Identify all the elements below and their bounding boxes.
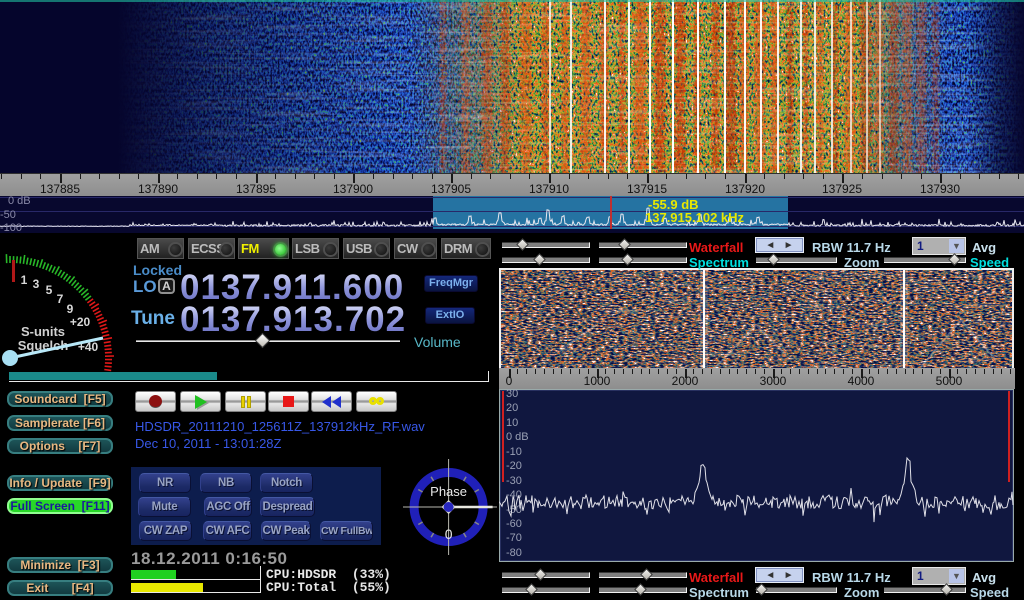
svg-text:+20: +20 (70, 315, 91, 329)
svg-text:0: 0 (506, 374, 513, 388)
svg-text:137910: 137910 (529, 182, 569, 196)
svg-text:Phase: Phase (430, 484, 467, 499)
svg-text:0 dB: 0 dB (506, 431, 529, 443)
svg-text:3000: 3000 (760, 374, 787, 388)
svg-text:-100: -100 (0, 222, 22, 233)
svg-text:5: 5 (46, 283, 53, 297)
svg-text:7: 7 (57, 292, 64, 306)
svg-text:0: 0 (445, 526, 453, 542)
svg-text:30: 30 (506, 389, 518, 400)
svg-text:137925: 137925 (822, 182, 862, 196)
svg-text:137.915.102 kHz: 137.915.102 kHz (645, 210, 745, 225)
svg-text:S-units: S-units (21, 324, 65, 339)
svg-text:137920: 137920 (725, 182, 765, 196)
svg-text:-50: -50 (0, 209, 16, 221)
svg-text:10: 10 (506, 417, 518, 429)
svg-text:-30: -30 (506, 475, 522, 487)
svg-text:137915: 137915 (627, 182, 667, 196)
svg-text:-70: -70 (506, 532, 522, 544)
svg-text:137900: 137900 (333, 182, 373, 196)
svg-text:-60: -60 (506, 518, 522, 530)
svg-text:3: 3 (33, 277, 40, 291)
svg-text:137930: 137930 (920, 182, 960, 196)
svg-text:9: 9 (67, 302, 74, 316)
svg-text:-10: -10 (506, 446, 522, 458)
svg-text:-20: -20 (506, 460, 522, 472)
svg-text:20: 20 (506, 402, 518, 414)
svg-text:0 dB: 0 dB (8, 196, 31, 207)
svg-text:4000: 4000 (848, 374, 875, 388)
svg-text:5000: 5000 (936, 374, 963, 388)
svg-text:1000: 1000 (584, 374, 611, 388)
svg-text:137895: 137895 (236, 182, 276, 196)
svg-text:2000: 2000 (672, 374, 699, 388)
svg-text:1: 1 (21, 273, 28, 287)
svg-text:-80: -80 (506, 547, 522, 559)
svg-text:137890: 137890 (138, 182, 178, 196)
svg-text:137905: 137905 (431, 182, 471, 196)
svg-text:137885: 137885 (40, 182, 80, 196)
